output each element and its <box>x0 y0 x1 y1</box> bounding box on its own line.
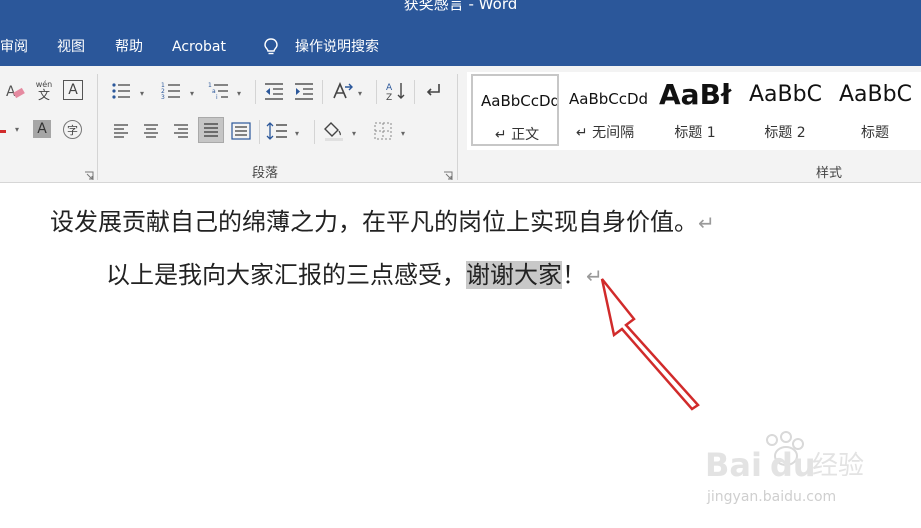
paragraph-2[interactable]: 以上是我向大家汇报的三点感受，谢谢大家！↵ <box>106 260 603 291</box>
styles-group-label: 样式 <box>816 166 843 181</box>
paragraph-1[interactable]: 设发展贡献自己的绵薄之力，在平凡的岗位上实现自身价值。↵ <box>50 207 715 238</box>
svg-text:Bai: Bai <box>705 446 762 484</box>
style-name: ↵ 无间隔 <box>575 125 635 141</box>
tab-acrobat[interactable]: Acrobat <box>172 38 226 56</box>
increase-indent-icon[interactable] <box>293 80 315 102</box>
align-left-icon[interactable] <box>110 120 132 142</box>
group-divider <box>322 80 323 104</box>
chevron-down-icon[interactable]: ▾ <box>15 126 23 134</box>
style-heading-1[interactable]: AaBł 标题 1 <box>651 74 739 146</box>
enclose-characters-icon[interactable]: 字 <box>63 120 82 139</box>
tab-review[interactable]: 审阅 <box>0 38 28 56</box>
character-border-letter: A <box>68 82 78 98</box>
borders-icon[interactable] <box>372 120 394 142</box>
watermark-url: jingyan.baidu.com <box>707 489 837 505</box>
clear-formatting-icon[interactable]: A <box>4 80 26 102</box>
justify-icon[interactable] <box>198 117 224 143</box>
chevron-down-icon[interactable]: ▾ <box>190 90 198 98</box>
paragraph-text: 以上是我向大家汇报的三点感受， <box>106 261 466 289</box>
group-divider <box>376 80 377 104</box>
selected-text[interactable]: 谢谢大家 <box>466 261 562 289</box>
font-dialog-launcher-icon[interactable] <box>84 166 94 180</box>
style-sample: AaBł <box>659 78 732 111</box>
bullets-icon[interactable] <box>110 80 132 102</box>
paragraph-dialog-launcher-icon[interactable] <box>443 166 453 180</box>
svg-text:Z: Z <box>386 93 392 101</box>
enclose-characters-char: 字 <box>67 123 78 137</box>
chevron-down-icon[interactable]: ▾ <box>237 90 245 98</box>
font-color-swatch[interactable] <box>0 130 6 133</box>
sort-icon[interactable]: AZ <box>385 80 407 102</box>
line-spacing-icon[interactable] <box>266 120 288 142</box>
chevron-down-icon[interactable]: ▾ <box>295 130 303 138</box>
numbering-icon[interactable]: 123 <box>160 80 182 102</box>
paragraph-group-label: 段落 <box>252 166 279 181</box>
character-shading-icon[interactable]: A <box>33 120 51 138</box>
svg-text:A: A <box>6 84 16 100</box>
character-shading-letter: A <box>37 121 47 137</box>
style-sample: AaBbCcDd <box>569 90 649 108</box>
group-divider <box>259 120 260 144</box>
tell-me-search[interactable]: 操作说明搜索 <box>295 38 379 56</box>
chevron-down-icon[interactable]: ▾ <box>401 130 409 138</box>
style-title[interactable]: AaBbC 标题 <box>831 74 919 146</box>
lightbulb-icon[interactable] <box>262 37 280 57</box>
style-sample: AaBbC <box>749 82 822 107</box>
style-name: 标题 <box>861 125 889 141</box>
chevron-down-icon[interactable]: ▾ <box>358 90 366 98</box>
style-name: 标题 1 <box>674 125 716 141</box>
chevron-down-icon[interactable]: ▾ <box>352 130 360 138</box>
style-name: 标题 2 <box>764 125 806 141</box>
distributed-icon[interactable] <box>230 120 252 142</box>
paint-bucket-icon[interactable] <box>323 120 345 142</box>
paragraph-text-end: ！ <box>562 261 586 289</box>
group-divider <box>457 74 458 180</box>
menu-bar: 审阅 视图 帮助 Acrobat 操作说明搜索 <box>0 14 921 66</box>
svg-text:du: du <box>770 446 816 484</box>
title-bar: 获奖感言 - Word <box>0 0 921 14</box>
tab-help[interactable]: 帮助 <box>115 38 143 56</box>
chinese-layout-icon[interactable] <box>332 80 354 102</box>
document-canvas[interactable]: 设发展贡献自己的绵薄之力，在平凡的岗位上实现自身价值。↵ 以上是我向大家汇报的三… <box>0 183 921 528</box>
style-heading-2[interactable]: AaBbC 标题 2 <box>741 74 829 146</box>
group-divider <box>255 80 256 104</box>
svg-text:经验: 经验 <box>812 451 864 481</box>
phonetic-guide-icon[interactable]: wén 文 <box>33 80 55 102</box>
chevron-down-icon[interactable]: ▾ <box>140 90 148 98</box>
ribbon: A wén 文 A ▾ A 字 ▾ 123 ▾ 1ai ▾ ▾ AZ ▾ ▾ ▾… <box>0 66 921 183</box>
svg-text:3: 3 <box>161 94 165 100</box>
svg-text:i: i <box>216 94 218 100</box>
align-right-icon[interactable] <box>170 120 192 142</box>
style-sample: AaBbC <box>839 82 912 107</box>
paragraph-mark: ↵ <box>698 211 715 235</box>
multilevel-list-icon[interactable]: 1ai <box>208 80 230 102</box>
show-hide-marks-icon[interactable] <box>421 80 443 102</box>
style-no-spacing[interactable]: AaBbCcDd ↵ 无间隔 <box>561 74 649 146</box>
style-sample: AaBbCcDd <box>481 92 559 110</box>
align-center-icon[interactable] <box>140 120 162 142</box>
style-name: ↵ 正文 <box>494 127 540 143</box>
styles-gallery: AaBbCcDd ↵ 正文 AaBbCcDd ↵ 无间隔 AaBł 标题 1 A… <box>467 72 921 150</box>
decrease-indent-icon[interactable] <box>263 80 285 102</box>
tab-view[interactable]: 视图 <box>57 38 85 56</box>
group-divider <box>314 120 315 144</box>
group-divider <box>414 80 415 104</box>
annotation-arrow <box>600 278 700 411</box>
svg-text:A: A <box>386 83 393 93</box>
paragraph-text: 设发展贡献自己的绵薄之力，在平凡的岗位上实现自身价值。 <box>50 208 698 236</box>
style-normal[interactable]: AaBbCcDd ↵ 正文 <box>471 74 559 146</box>
character-border-icon[interactable]: A <box>63 80 83 100</box>
window-title: 获奖感言 - Word <box>403 0 518 13</box>
phonetic-char: 文 <box>37 88 50 102</box>
group-divider <box>97 74 98 180</box>
